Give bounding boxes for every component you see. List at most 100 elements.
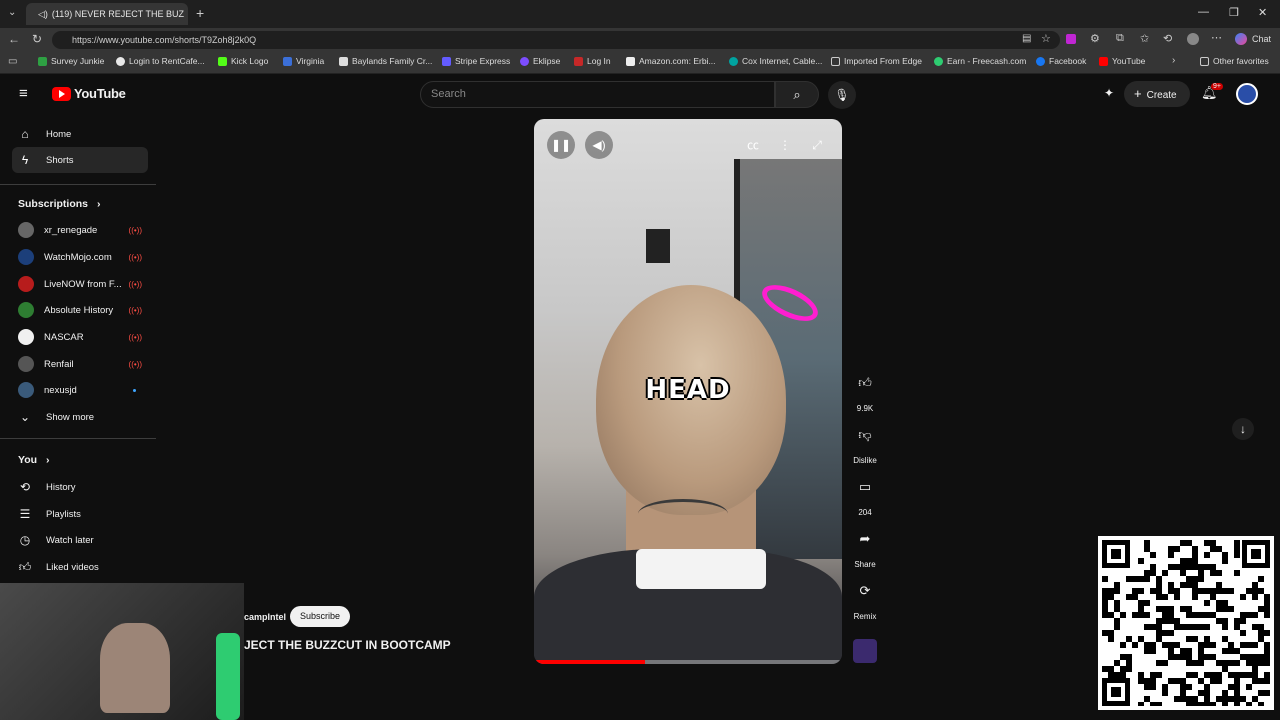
- url-field[interactable]: https://www.youtube.com/shorts/T9Zoh8j2k…: [52, 31, 1060, 49]
- bookmark-item[interactable]: Other favorites: [1200, 56, 1269, 66]
- folder-icon: [1200, 56, 1209, 66]
- bookmark-icon: [729, 56, 738, 66]
- channel-avatar: [18, 329, 34, 345]
- chat-label[interactable]: Chat: [1252, 34, 1271, 44]
- bookmark-item[interactable]: Login to RentCafe...: [116, 56, 205, 66]
- bookmark-item[interactable]: Facebook: [1036, 56, 1086, 66]
- fullscreen-button[interactable]: ⤢: [803, 131, 831, 159]
- bookmark-item[interactable]: Stripe Express: [442, 56, 510, 66]
- youtube-logo-icon[interactable]: [52, 87, 71, 101]
- like-button[interactable]: 👍︎ 9.9K: [850, 368, 880, 413]
- create-label: Create: [1146, 90, 1177, 101]
- browser-tab-active[interactable]: ◁) (119) NEVER REJECT THE BUZ ✕: [26, 3, 188, 25]
- more-options-button[interactable]: ⋮: [771, 131, 799, 159]
- sidebar-item-liked-videos[interactable]: 👍︎ Liked videos: [12, 554, 148, 580]
- tab-list-icon[interactable]: ⌄: [8, 7, 16, 18]
- history-icon[interactable]: ⟲: [1163, 32, 1172, 45]
- show-more-button[interactable]: ⌄ Show more: [12, 404, 148, 430]
- copilot-icon[interactable]: [1235, 33, 1247, 45]
- webcam-bottle: [216, 633, 240, 720]
- channel-name[interactable]: campIntel: [244, 612, 286, 622]
- bookmark-icon: [934, 56, 943, 66]
- puzzle-icon[interactable]: ⚙: [1090, 32, 1100, 45]
- subscription-item[interactable]: nexusjd: [18, 379, 142, 401]
- reader-icon[interactable]: ▤: [1022, 33, 1031, 44]
- url-text: https://www.youtube.com/shorts/T9Zoh8j2k…: [72, 35, 257, 45]
- bookmark-icon: [116, 56, 125, 66]
- short-video-player[interactable]: HEAD ❚❚ ◀) ㏄ ⋮ ⤢: [534, 119, 842, 664]
- comments-button[interactable]: ▭ 204: [850, 472, 880, 517]
- subscription-item[interactable]: Absolute History ((•)): [18, 299, 142, 321]
- close-window-icon[interactable]: ✕: [1258, 6, 1267, 19]
- account-avatar[interactable]: [1236, 83, 1258, 105]
- maximize-icon[interactable]: ❐: [1229, 6, 1239, 19]
- bookmark-item[interactable]: YouTube: [1099, 56, 1145, 66]
- share-button[interactable]: ➦ Share: [850, 524, 880, 569]
- subscription-item[interactable]: LiveNOW from F... ((•)): [18, 273, 142, 295]
- you-heading[interactable]: You ›: [18, 454, 49, 466]
- sidebar-item-home[interactable]: ⌂ Home: [12, 121, 148, 147]
- webcam-overlay: [0, 583, 244, 720]
- voice-search-button[interactable]: 🎙︎: [828, 81, 856, 109]
- channel-avatar: [18, 382, 34, 398]
- chevron-right-icon[interactable]: ›: [1172, 55, 1175, 66]
- create-button[interactable]: + Create: [1124, 81, 1190, 107]
- volume-button[interactable]: ◀): [585, 131, 613, 159]
- progress-bar[interactable]: [534, 660, 842, 664]
- extension-icon[interactable]: [1066, 34, 1076, 44]
- subscription-item[interactable]: xr_renegade ((•)): [18, 219, 142, 241]
- channel-avatar: [18, 302, 34, 318]
- thumbs-up-icon: 👍︎: [18, 559, 32, 574]
- favorite-star-icon[interactable]: ☆: [1041, 32, 1051, 45]
- search-input[interactable]: Search: [420, 81, 775, 108]
- bookmark-item[interactable]: Cox Internet, Cable...: [729, 56, 822, 66]
- bookmark-item[interactable]: Eklipse: [520, 56, 560, 66]
- favorites-icon[interactable]: ✩: [1140, 32, 1149, 45]
- browser-tab-bar: ⌄ ◁) (119) NEVER REJECT THE BUZ ✕ + — ❐ …: [0, 0, 1280, 28]
- pause-button[interactable]: ❚❚: [547, 131, 575, 159]
- back-icon[interactable]: ←: [8, 32, 20, 46]
- bookmark-icon: [218, 56, 227, 66]
- menu-icon[interactable]: ≡: [19, 85, 28, 102]
- remix-button[interactable]: ⟳ Remix: [850, 576, 880, 621]
- bookmark-item[interactable]: Virginia: [283, 56, 324, 66]
- bookmark-item[interactable]: Kick Logo: [218, 56, 268, 66]
- subscribe-button[interactable]: Subscribe: [290, 606, 350, 627]
- bookmark-item[interactable]: Baylands Family Cr...: [339, 56, 432, 66]
- live-indicator-icon: ((•)): [128, 332, 142, 342]
- studio-icon[interactable]: ✦: [1104, 86, 1114, 100]
- pause-icon: ❚❚: [550, 138, 572, 152]
- split-icon[interactable]: ⧉: [1116, 32, 1124, 45]
- youtube-logo-text[interactable]: YouTube: [74, 86, 126, 101]
- clock-icon: ◷: [19, 533, 31, 547]
- more-icon[interactable]: ⋯: [1211, 31, 1222, 44]
- short-title[interactable]: JECT THE BUZZCUT IN BOOTCAMP: [244, 638, 451, 652]
- video-lamp: [646, 229, 670, 263]
- sidebar-item-history[interactable]: ⟲ History: [12, 474, 148, 500]
- sidebar-item-shorts[interactable]: ϟ Shorts: [12, 147, 148, 173]
- bookmark-item[interactable]: Imported From Edge: [831, 56, 922, 66]
- bookmark-item[interactable]: Earn - Freecash.com: [934, 56, 1026, 66]
- subscription-item[interactable]: WatchMojo.com ((•)): [18, 246, 142, 268]
- captions-button[interactable]: ㏄: [739, 131, 767, 159]
- profile-icon[interactable]: [1187, 33, 1199, 45]
- bookmark-item[interactable]: Amazon.com: Erbi...: [626, 56, 716, 66]
- bookmark-item[interactable]: Survey Junkie: [38, 56, 104, 66]
- next-video-arrow-icon[interactable]: ↓: [1232, 418, 1254, 440]
- new-tab-icon[interactable]: +: [196, 5, 204, 21]
- subscription-item[interactable]: NASCAR ((•)): [18, 326, 142, 348]
- bookmark-item[interactable]: Log In: [574, 56, 611, 66]
- sidebar-item-watch-later[interactable]: ◷ Watch later: [12, 527, 148, 553]
- subscription-item[interactable]: Renfail ((•)): [18, 353, 142, 375]
- notification-badge: 9+: [1211, 83, 1223, 90]
- live-indicator-icon: ((•)): [128, 359, 142, 369]
- divider: [0, 438, 156, 439]
- search-button[interactable]: ⌕: [775, 81, 819, 108]
- sidebar-item-playlists[interactable]: ☰ Playlists: [12, 501, 148, 527]
- subscriptions-heading[interactable]: Subscriptions ›: [18, 198, 100, 210]
- sidebar-toggle-icon[interactable]: ▭: [8, 56, 17, 67]
- refresh-icon[interactable]: ↻: [32, 32, 42, 46]
- minimize-icon[interactable]: —: [1198, 6, 1209, 18]
- dislike-button[interactable]: 👎︎ Dislike: [850, 420, 880, 465]
- sound-thumbnail[interactable]: [853, 639, 877, 663]
